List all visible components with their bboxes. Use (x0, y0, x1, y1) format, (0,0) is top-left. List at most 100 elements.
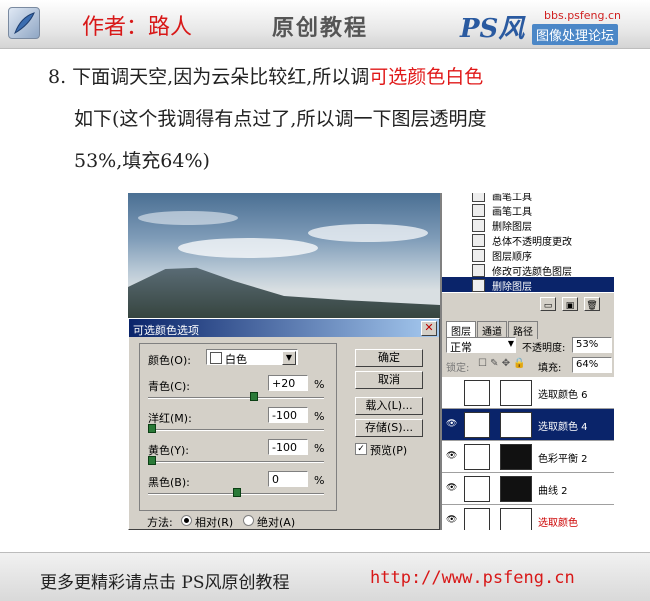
eye-icon[interactable]: 👁 (446, 419, 457, 429)
history-item-label: 画笔工具 (492, 207, 532, 218)
new-snapshot-icon[interactable]: ▣ (562, 297, 578, 311)
chevron-down-icon[interactable]: ▼ (282, 351, 296, 365)
method-label: 方法: (147, 516, 173, 529)
layer-name: 色彩平衡 2 (538, 454, 588, 465)
history-item[interactable]: 画笔工具 (442, 193, 614, 203)
close-icon[interactable]: ✕ (421, 321, 437, 336)
history-item[interactable]: 删除图层 (442, 217, 614, 233)
layer-row-selected[interactable]: 👁 选取颜色 4 (442, 409, 614, 441)
history-item-label: 图层顺序 (492, 252, 532, 263)
cyan-slider-thumb[interactable] (250, 392, 258, 401)
layer-mask-thumbnail[interactable] (500, 380, 532, 406)
feather-logo-icon (8, 7, 40, 39)
history-item[interactable]: 修改可选颜色图层 (442, 262, 614, 278)
yellow-slider-track[interactable] (148, 461, 324, 463)
yellow-unit: % (314, 442, 325, 455)
adjustment-layer-icon (464, 380, 490, 406)
magenta-slider-track[interactable] (148, 429, 324, 431)
brush-icon (472, 193, 485, 202)
magenta-unit: % (314, 410, 325, 423)
magenta-slider-thumb[interactable] (148, 424, 156, 433)
lock-label: 锁定: (446, 363, 470, 374)
black-slider-thumb[interactable] (233, 488, 241, 497)
history-footer: ▭ ▣ 🗑 (440, 293, 614, 321)
layer-row[interactable]: 选取颜色 6 (442, 377, 614, 409)
adjustment-layer-icon (464, 412, 490, 438)
eye-icon[interactable] (446, 387, 456, 395)
fill-label: 填充: (538, 363, 562, 374)
layer-mask-thumbnail[interactable] (500, 508, 532, 530)
document-icon (472, 249, 485, 262)
fill-input[interactable]: 64% (572, 357, 612, 373)
color-select[interactable]: 白色 ▼ (206, 349, 298, 366)
relative-radio[interactable] (181, 515, 192, 526)
step-line-1: 8. 下面调天空,因为云朵比较红,所以调可选颜色白色 (48, 62, 483, 89)
layer-mask-thumbnail[interactable] (500, 412, 532, 438)
layer-mask-thumbnail[interactable] (500, 476, 532, 502)
history-item[interactable]: 画笔工具 (442, 202, 614, 218)
new-document-icon[interactable]: ▭ (540, 297, 556, 311)
photoshop-screenshot: 可选颜色选项 ✕ 颜色(O): 白色 ▼ 青色(C): +20 % 洋红(M):… (128, 193, 614, 530)
relative-label: 相对(R) (195, 516, 234, 529)
color-label: 颜色(O): (148, 354, 191, 367)
curves-icon (464, 476, 490, 502)
preview-checkbox[interactable]: ✓ (355, 443, 367, 455)
document-icon (472, 234, 485, 247)
eye-icon[interactable]: 👁 (446, 515, 457, 525)
brush-icon (472, 204, 485, 217)
cancel-button[interactable]: 取消 (355, 371, 423, 389)
author-label: 作者：路人 (82, 15, 193, 40)
layer-name: 选取颜色 6 (538, 390, 588, 401)
step-line-3: 53%,填充64%) (74, 150, 210, 172)
blend-mode-select[interactable]: 正常 ▼ (446, 337, 516, 354)
layers-panel: 图层 通道 路径 正常 ▼ 不透明度: 53% 锁定: ☐ ✎ ✥ 🔒 填充: … (440, 321, 614, 530)
opacity-label: 不透明度: (522, 343, 566, 354)
layer-name: 选取颜色 4 (538, 422, 588, 433)
cyan-input[interactable]: +20 (268, 375, 308, 391)
opacity-input[interactable]: 53% (572, 337, 612, 353)
sky-photo (128, 193, 440, 323)
magenta-input[interactable]: -100 (268, 407, 308, 423)
layer-row[interactable]: 👁 曲线 2 (442, 473, 614, 505)
forum-badge[interactable]: 图像处理论坛 (532, 24, 619, 45)
layer-name: 选取颜色 (538, 518, 578, 529)
history-item-label: 删除图层 (492, 282, 532, 293)
preview-label: 预览(P) (370, 444, 408, 457)
layer-row[interactable]: 👁 选取颜色 (442, 505, 614, 530)
black-unit: % (314, 474, 325, 487)
document-icon (472, 279, 485, 292)
document-icon (472, 264, 485, 277)
black-input[interactable]: 0 (268, 471, 308, 487)
ps-logo: PS风 (460, 14, 525, 44)
dialog-title: 可选颜色选项 (133, 324, 199, 337)
history-item[interactable]: 总体不透明度更改 (442, 232, 614, 248)
history-item-label: 总体不透明度更改 (492, 237, 572, 248)
yellow-input[interactable]: -100 (268, 439, 308, 455)
black-label: 黑色(B): (148, 476, 190, 489)
absolute-radio[interactable] (243, 515, 254, 526)
eye-icon[interactable]: 👁 (446, 483, 457, 493)
history-panel: 画笔工具 画笔工具 删除图层 总体不透明度更改 图层顺序 修改可选颜色图层 删除… (440, 193, 614, 293)
history-item-selected[interactable]: 删除图层 (442, 277, 614, 293)
history-item[interactable]: 图层顺序 (442, 247, 614, 263)
ok-button[interactable]: 确定 (355, 349, 423, 367)
cyan-slider-track[interactable] (148, 397, 324, 399)
lock-icons[interactable]: ☐ ✎ ✥ 🔒 (478, 358, 526, 369)
color-select-value: 白色 (225, 353, 247, 366)
color-balance-icon (464, 444, 490, 470)
trash-icon[interactable]: 🗑 (584, 297, 600, 311)
chevron-down-icon[interactable]: ▼ (508, 339, 514, 348)
eye-icon[interactable]: 👁 (446, 451, 457, 461)
site-url[interactable]: bbs.psfeng.cn (544, 9, 621, 22)
yellow-slider-thumb[interactable] (148, 456, 156, 465)
color-group: 颜色(O): 白色 ▼ 青色(C): +20 % 洋红(M): -100 % 黄… (139, 343, 337, 511)
load-button[interactable]: 载入(L)... (355, 397, 423, 415)
footer-url[interactable]: http://www.psfeng.cn (370, 568, 575, 588)
step-highlight: 可选颜色白色 (369, 66, 484, 88)
dialog-titlebar[interactable]: 可选颜色选项 ✕ (129, 319, 439, 337)
layer-mask-thumbnail[interactable] (500, 444, 532, 470)
layer-row[interactable]: 👁 色彩平衡 2 (442, 441, 614, 473)
history-item-label: 修改可选颜色图层 (492, 267, 572, 278)
save-button[interactable]: 存储(S)... (355, 419, 423, 437)
selective-color-dialog: 可选颜色选项 ✕ 颜色(O): 白色 ▼ 青色(C): +20 % 洋红(M):… (128, 318, 440, 530)
